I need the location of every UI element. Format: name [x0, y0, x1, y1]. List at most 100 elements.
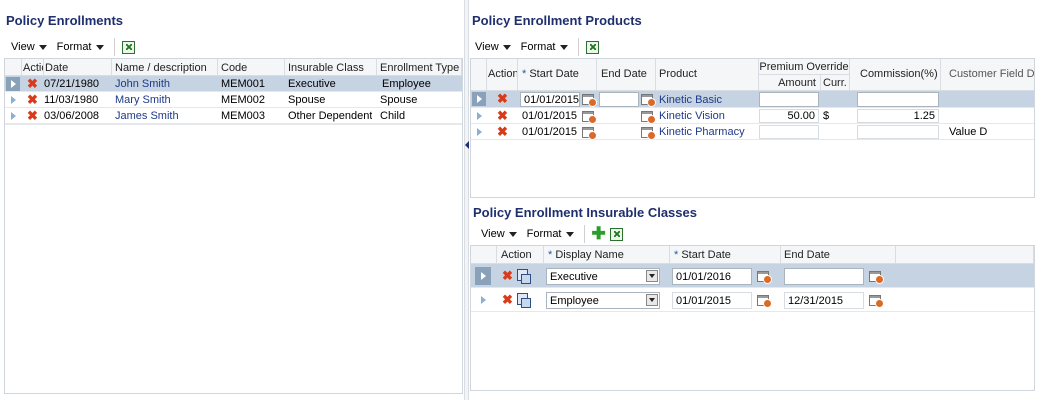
- commission-input[interactable]: 1.25: [857, 109, 939, 123]
- delete-x-icon[interactable]: ✖: [502, 293, 513, 306]
- column-header-product[interactable]: Product: [656, 59, 759, 91]
- amount-input[interactable]: 50.00: [759, 109, 819, 123]
- copy-record-icon[interactable]: [517, 293, 531, 308]
- chevron-down-icon[interactable]: [646, 270, 658, 282]
- table-row[interactable]: ✖ 07/21/1980 John Smith MEM001 Executive…: [5, 76, 462, 92]
- row-name-link[interactable]: Mary Smith: [115, 94, 171, 106]
- insurable-classes-title: Policy Enrollment Insurable Classes: [473, 205, 697, 220]
- column-header-commission[interactable]: Commission(%): [850, 59, 941, 91]
- commission-input[interactable]: [857, 92, 939, 107]
- row-date: 11/03/1980: [44, 94, 99, 106]
- excel-export-icon[interactable]: [121, 40, 135, 54]
- table-row[interactable]: ✖ 01/01/2015 Kinetic Basic: [471, 91, 1034, 108]
- calendar-icon[interactable]: [582, 127, 597, 140]
- start-date-input[interactable]: 01/01/2016: [672, 268, 752, 285]
- amount-input[interactable]: [759, 92, 819, 107]
- table-row[interactable]: ✖ 01/01/2015 Kinetic Pharmacy Value D: [471, 124, 1034, 140]
- column-header-start-date[interactable]: * Start Date: [670, 246, 781, 264]
- table-row[interactable]: ✖ 01/01/2015 Kinetic Vision 50.00 $ 1.25: [471, 108, 1034, 124]
- end-date-input[interactable]: [599, 92, 639, 107]
- end-date-input[interactable]: 12/31/2015: [784, 292, 864, 309]
- row-selector-arrow-icon[interactable]: [477, 128, 482, 136]
- delete-x-icon[interactable]: ✖: [497, 125, 508, 138]
- copy-record-icon[interactable]: [517, 269, 531, 284]
- table-row[interactable]: ✖ Executive 01/01/2016: [471, 264, 1034, 288]
- panel-splitter[interactable]: [464, 0, 469, 400]
- classes-format-menu[interactable]: Format: [524, 228, 577, 240]
- row-selector-arrow-icon[interactable]: [477, 112, 482, 120]
- chevron-down-icon[interactable]: [646, 294, 658, 306]
- products-view-menu[interactable]: View: [472, 41, 514, 53]
- excel-export-icon[interactable]: [609, 227, 623, 241]
- calendar-icon[interactable]: [641, 94, 656, 107]
- delete-x-icon[interactable]: ✖: [27, 77, 38, 90]
- column-header-name[interactable]: Name / description: [112, 59, 218, 76]
- column-header-action[interactable]: Action: [487, 59, 518, 91]
- chevron-down-icon: [559, 44, 568, 50]
- calendar-icon[interactable]: [869, 295, 884, 308]
- column-header-date[interactable]: Date: [44, 59, 112, 76]
- policy-enrollment-products-title: Policy Enrollment Products: [472, 13, 642, 28]
- row-name-link[interactable]: John Smith: [115, 78, 170, 90]
- delete-x-icon[interactable]: ✖: [497, 92, 508, 105]
- column-header-amount[interactable]: Amount: [759, 75, 821, 91]
- display-name-select[interactable]: Employee: [546, 292, 660, 309]
- calendar-icon[interactable]: [641, 127, 656, 140]
- start-date-value: 01/01/2015: [522, 126, 578, 138]
- table-row[interactable]: ✖ 03/06/2008 James Smith MEM003 Other De…: [5, 108, 462, 124]
- display-name-select[interactable]: Executive: [546, 268, 660, 285]
- calendar-icon[interactable]: [757, 295, 772, 308]
- products-format-menu[interactable]: Format: [518, 41, 571, 53]
- products-grid: Action * Start Date End Date Product Pre…: [470, 58, 1035, 198]
- toolbar-separator: [583, 225, 585, 243]
- calendar-icon[interactable]: [582, 94, 597, 107]
- row-selector-arrow-icon[interactable]: [481, 296, 486, 304]
- left-view-menu[interactable]: View: [8, 41, 50, 53]
- end-date-input[interactable]: [784, 268, 864, 285]
- product-link[interactable]: Kinetic Vision: [659, 110, 725, 122]
- calendar-icon[interactable]: [582, 111, 597, 124]
- column-header-start-date[interactable]: * Start Date: [518, 59, 597, 91]
- column-header-insurable-class[interactable]: Insurable Class: [285, 59, 377, 76]
- start-date-input[interactable]: 01/01/2015: [672, 292, 752, 309]
- calendar-icon[interactable]: [641, 111, 656, 124]
- product-link[interactable]: Kinetic Pharmacy: [659, 126, 745, 138]
- table-row[interactable]: ✖ Employee 01/01/2015 12/31/2015: [471, 288, 1034, 312]
- row-code: MEM003: [221, 110, 266, 122]
- start-date-label: Start Date: [681, 249, 731, 261]
- delete-x-icon[interactable]: ✖: [502, 269, 513, 282]
- amount-input[interactable]: [759, 125, 819, 139]
- delete-x-icon[interactable]: ✖: [27, 109, 38, 122]
- column-header-action[interactable]: Actio: [22, 59, 44, 76]
- calendar-icon[interactable]: [757, 271, 772, 284]
- left-view-label: View: [11, 41, 35, 53]
- left-format-menu[interactable]: Format: [54, 41, 107, 53]
- chevron-down-icon: [508, 231, 517, 237]
- row-name-link[interactable]: James Smith: [115, 110, 179, 122]
- calendar-icon[interactable]: [869, 271, 884, 284]
- excel-export-icon[interactable]: [585, 40, 599, 54]
- column-header-code[interactable]: Code: [218, 59, 285, 76]
- row-selector-arrow-icon[interactable]: [11, 96, 16, 104]
- product-link[interactable]: Kinetic Basic: [659, 94, 722, 106]
- collapse-left-arrow-icon[interactable]: [465, 141, 469, 149]
- column-header-curr[interactable]: Curr.: [821, 75, 850, 91]
- column-header-enrollment-type[interactable]: Enrollment Type: [377, 59, 462, 76]
- table-row[interactable]: ✖ 11/03/1980 Mary Smith MEM002 Spouse Sp…: [5, 92, 462, 108]
- start-date-input[interactable]: 01/01/2015: [520, 92, 580, 107]
- classes-view-menu[interactable]: View: [478, 228, 520, 240]
- delete-x-icon[interactable]: ✖: [497, 109, 508, 122]
- chevron-down-icon: [38, 44, 47, 50]
- add-plus-icon[interactable]: ✚: [592, 225, 606, 242]
- toolbar-separator: [113, 38, 115, 56]
- column-header-display-name[interactable]: * Display Name: [544, 246, 670, 264]
- row-selector-arrow-icon[interactable]: [11, 112, 16, 120]
- delete-x-icon[interactable]: ✖: [27, 93, 38, 106]
- column-header-end-date[interactable]: End Date: [781, 246, 896, 264]
- commission-input[interactable]: [857, 125, 939, 139]
- column-header-action[interactable]: Action: [497, 246, 544, 264]
- column-header-end-date[interactable]: End Date: [597, 59, 656, 91]
- column-header-customer-field[interactable]: Customer Field D: [941, 59, 1034, 91]
- column-header-filler: [896, 246, 1034, 264]
- row-date: 03/06/2008: [44, 110, 100, 122]
